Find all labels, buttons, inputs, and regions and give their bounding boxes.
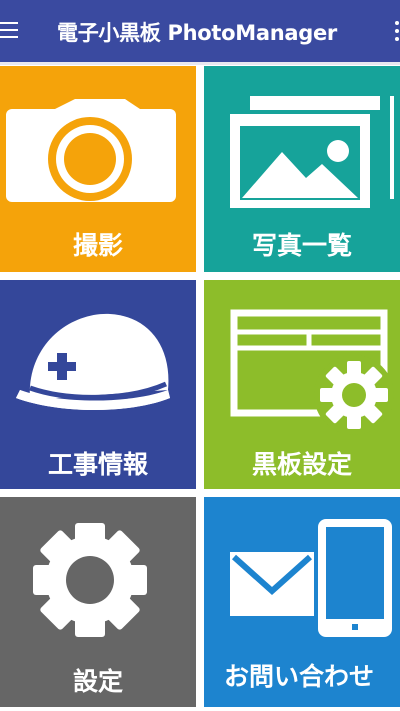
- app-title: 電子小黒板 PhotoManager: [57, 21, 337, 45]
- construction-info-label: 工事情報: [47, 450, 148, 479]
- photo-gallery-icon: [230, 96, 394, 208]
- hamburger-menu-icon[interactable]: [0, 16, 22, 46]
- app-bar: 電子小黒板 PhotoManager: [0, 0, 400, 62]
- blackboard-settings-tile[interactable]: 黒板設定: [204, 280, 400, 489]
- contact-label: お問い合わせ: [224, 662, 375, 691]
- contact-tile[interactable]: お問い合わせ: [204, 497, 400, 707]
- camera-icon: [6, 99, 176, 202]
- shoot-label: 撮影: [72, 231, 123, 260]
- hard-hat-icon: [16, 313, 170, 410]
- contact-mail-phone-icon: [230, 519, 392, 637]
- settings-tile[interactable]: 設定: [0, 497, 196, 707]
- photo-list-tile[interactable]: 写真一覧: [204, 66, 400, 272]
- blackboard-settings-icon: [230, 309, 394, 435]
- photo-list-label: 写真一覧: [251, 231, 352, 260]
- settings-label: 設定: [72, 667, 123, 696]
- blackboard-settings-label: 黒板設定: [251, 450, 352, 479]
- shoot-tile[interactable]: 撮影: [0, 66, 196, 272]
- construction-info-tile[interactable]: 工事情報: [0, 280, 196, 489]
- gear-icon: [33, 523, 147, 637]
- overflow-menu-icon[interactable]: [392, 20, 400, 42]
- app-bar-divider: [0, 62, 400, 65]
